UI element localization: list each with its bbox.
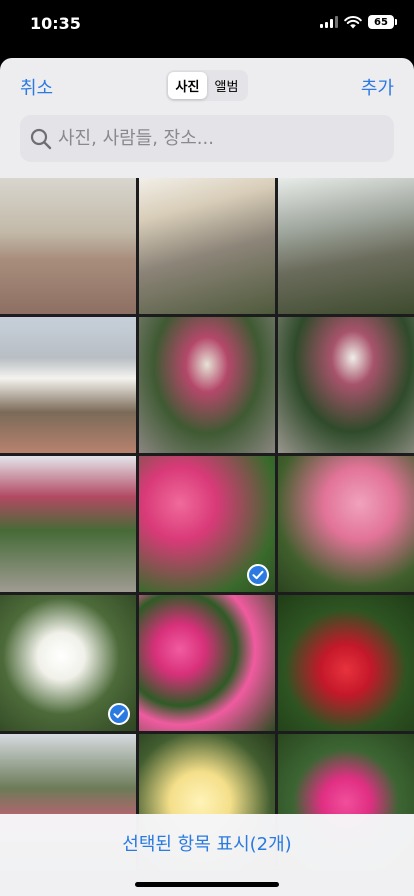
battery-icon: 65 <box>368 15 397 29</box>
status-icons: 65 <box>320 15 397 29</box>
photo-thumbnail[interactable] <box>278 595 414 731</box>
search-icon <box>30 128 52 149</box>
photo-thumbnail[interactable] <box>0 178 136 314</box>
photo-thumbnail[interactable] <box>139 456 275 592</box>
home-indicator[interactable] <box>135 882 279 887</box>
status-time: 10:35 <box>30 14 81 33</box>
checkmark-icon <box>247 564 269 586</box>
photo-thumbnail[interactable] <box>278 178 414 314</box>
status-bar: 10:35 65 <box>0 0 414 50</box>
view-segmented-control: 사진 앨범 <box>166 70 248 101</box>
photo-thumbnail[interactable] <box>278 317 414 453</box>
cancel-button[interactable]: 취소 <box>20 74 53 100</box>
checkmark-icon <box>108 703 130 725</box>
search-input[interactable] <box>58 128 394 149</box>
photo-thumbnail[interactable] <box>139 595 275 731</box>
photo-thumbnail[interactable] <box>278 456 414 592</box>
photo-picker-sheet: 취소 사진 앨범 추가 사진, 사람들, 장소... 선택된 항목 표시(2개) <box>0 58 414 896</box>
photo-thumbnail[interactable] <box>139 317 275 453</box>
show-selected-button[interactable]: 선택된 항목 표시(2개) <box>0 830 414 856</box>
photo-thumbnail[interactable] <box>0 456 136 592</box>
tab-albums[interactable]: 앨범 <box>207 72 246 99</box>
picker-header: 취소 사진 앨범 추가 <box>0 58 414 178</box>
photo-thumbnail[interactable] <box>139 178 275 314</box>
photo-thumbnail[interactable] <box>0 595 136 731</box>
tab-photos[interactable]: 사진 <box>168 72 207 99</box>
search-bar[interactable] <box>20 115 394 162</box>
picker-footer: 선택된 항목 표시(2개) <box>0 814 414 896</box>
add-button[interactable]: 추가 <box>361 74 394 100</box>
battery-level: 65 <box>374 16 388 28</box>
photo-grid <box>0 178 414 870</box>
photo-thumbnail[interactable] <box>0 317 136 453</box>
cellular-signal-icon <box>320 16 338 28</box>
wifi-icon <box>344 15 362 28</box>
